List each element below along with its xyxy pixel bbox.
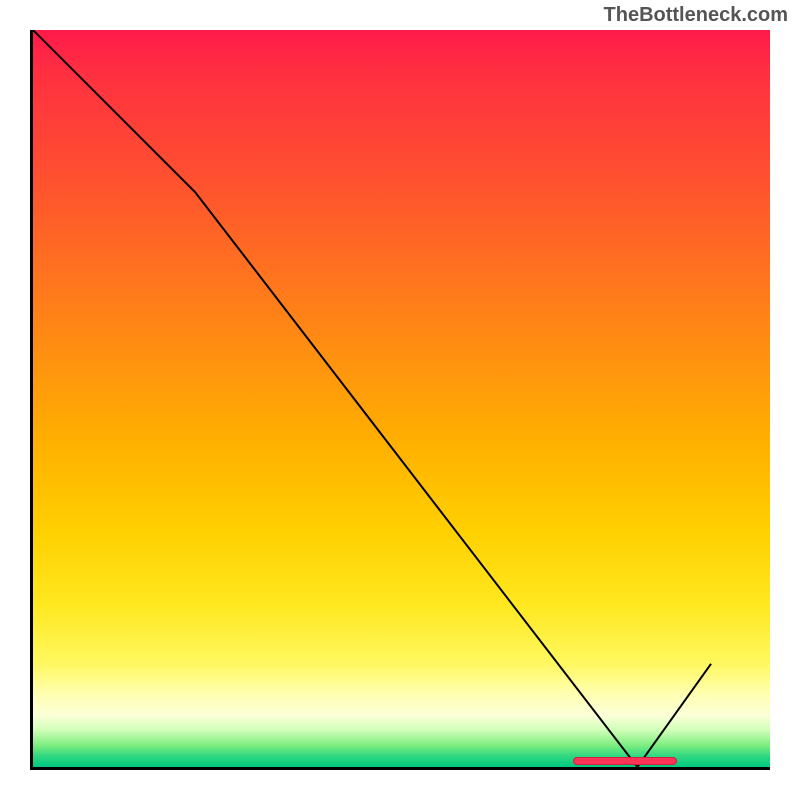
minimum-range-marker <box>573 757 677 765</box>
watermark-text: TheBottleneck.com <box>604 4 788 27</box>
plot-area <box>30 30 770 770</box>
curve-path <box>33 30 711 767</box>
bottleneck-line-chart <box>33 30 770 767</box>
